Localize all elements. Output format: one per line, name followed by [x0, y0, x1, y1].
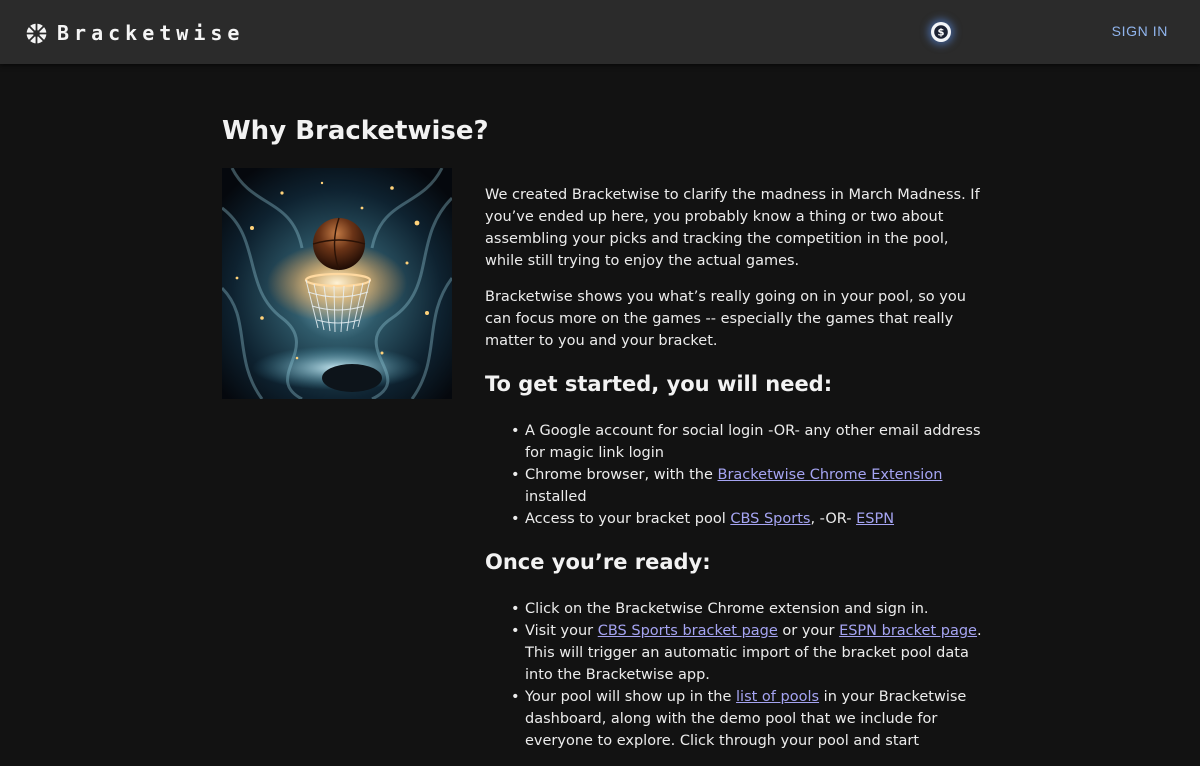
list-of-pools-link[interactable]: list of pools [736, 689, 819, 705]
list-item-text: , -OR- [810, 511, 857, 527]
cbs-bracket-page-link[interactable]: CBS Sports bracket page [598, 623, 778, 639]
dollar-coin-button[interactable]: $ [931, 22, 951, 42]
logo[interactable]: Bracketwise [26, 21, 244, 45]
chrome-extension-link[interactable]: Bracketwise Chrome Extension [718, 467, 943, 483]
list-item-text: or your [777, 623, 840, 639]
list-item-text: Visit your [525, 623, 598, 639]
espn-bracket-page-link[interactable]: ESPN bracket page [839, 623, 977, 639]
svg-text:$: $ [938, 28, 945, 39]
espn-link[interactable]: ESPN [856, 511, 894, 527]
sign-in-button[interactable]: SIGN IN [1112, 23, 1168, 39]
list-item: Visit your CBS Sports bracket page or yo… [511, 620, 985, 686]
basketball-hoop-illustration [222, 168, 452, 399]
list-item: Access to your bracket pool CBS Sports, … [511, 508, 985, 530]
list-item: A Google account for social login -OR- a… [511, 420, 985, 464]
list-item-text: Your pool will show up in the [525, 689, 737, 705]
snowflake-icon [26, 22, 47, 44]
list-item-text: Click on the Bracketwise Chrome extensio… [525, 601, 929, 617]
cbs-sports-link[interactable]: CBS Sports [730, 511, 810, 527]
dollar-coin-icon: $ [934, 25, 948, 39]
requirements-list: A Google account for social login -OR- a… [511, 420, 985, 530]
intro-paragraph-1: We created Bracketwise to clarify the ma… [485, 187, 980, 269]
list-item-text: Access to your bracket pool [525, 511, 731, 527]
next-steps-list: Click on the Bracketwise Chrome extensio… [511, 598, 985, 752]
requirements-heading: To get started, you will need: [485, 372, 833, 396]
logo-text: Bracketwise [57, 21, 245, 45]
list-item: Click on the Bracketwise Chrome extensio… [511, 598, 985, 620]
list-item: Chrome browser, with the Bracketwise Chr… [511, 464, 985, 508]
list-item-text: Chrome browser, with the [525, 467, 718, 483]
top-navbar: Bracketwise $ SIGN IN [0, 0, 1200, 64]
next-steps-heading: Once you’re ready: [485, 550, 711, 574]
list-item: Your pool will show up in the list of po… [511, 686, 985, 752]
page-title: Why Bracketwise? [222, 116, 489, 146]
intro-paragraph-2: Bracketwise shows you what’s really goin… [485, 289, 966, 349]
main-content: We created Bracketwise to clarify the ma… [485, 184, 985, 766]
list-item-text: installed [525, 489, 587, 505]
list-item-text: A Google account for social login -OR- a… [525, 423, 981, 461]
